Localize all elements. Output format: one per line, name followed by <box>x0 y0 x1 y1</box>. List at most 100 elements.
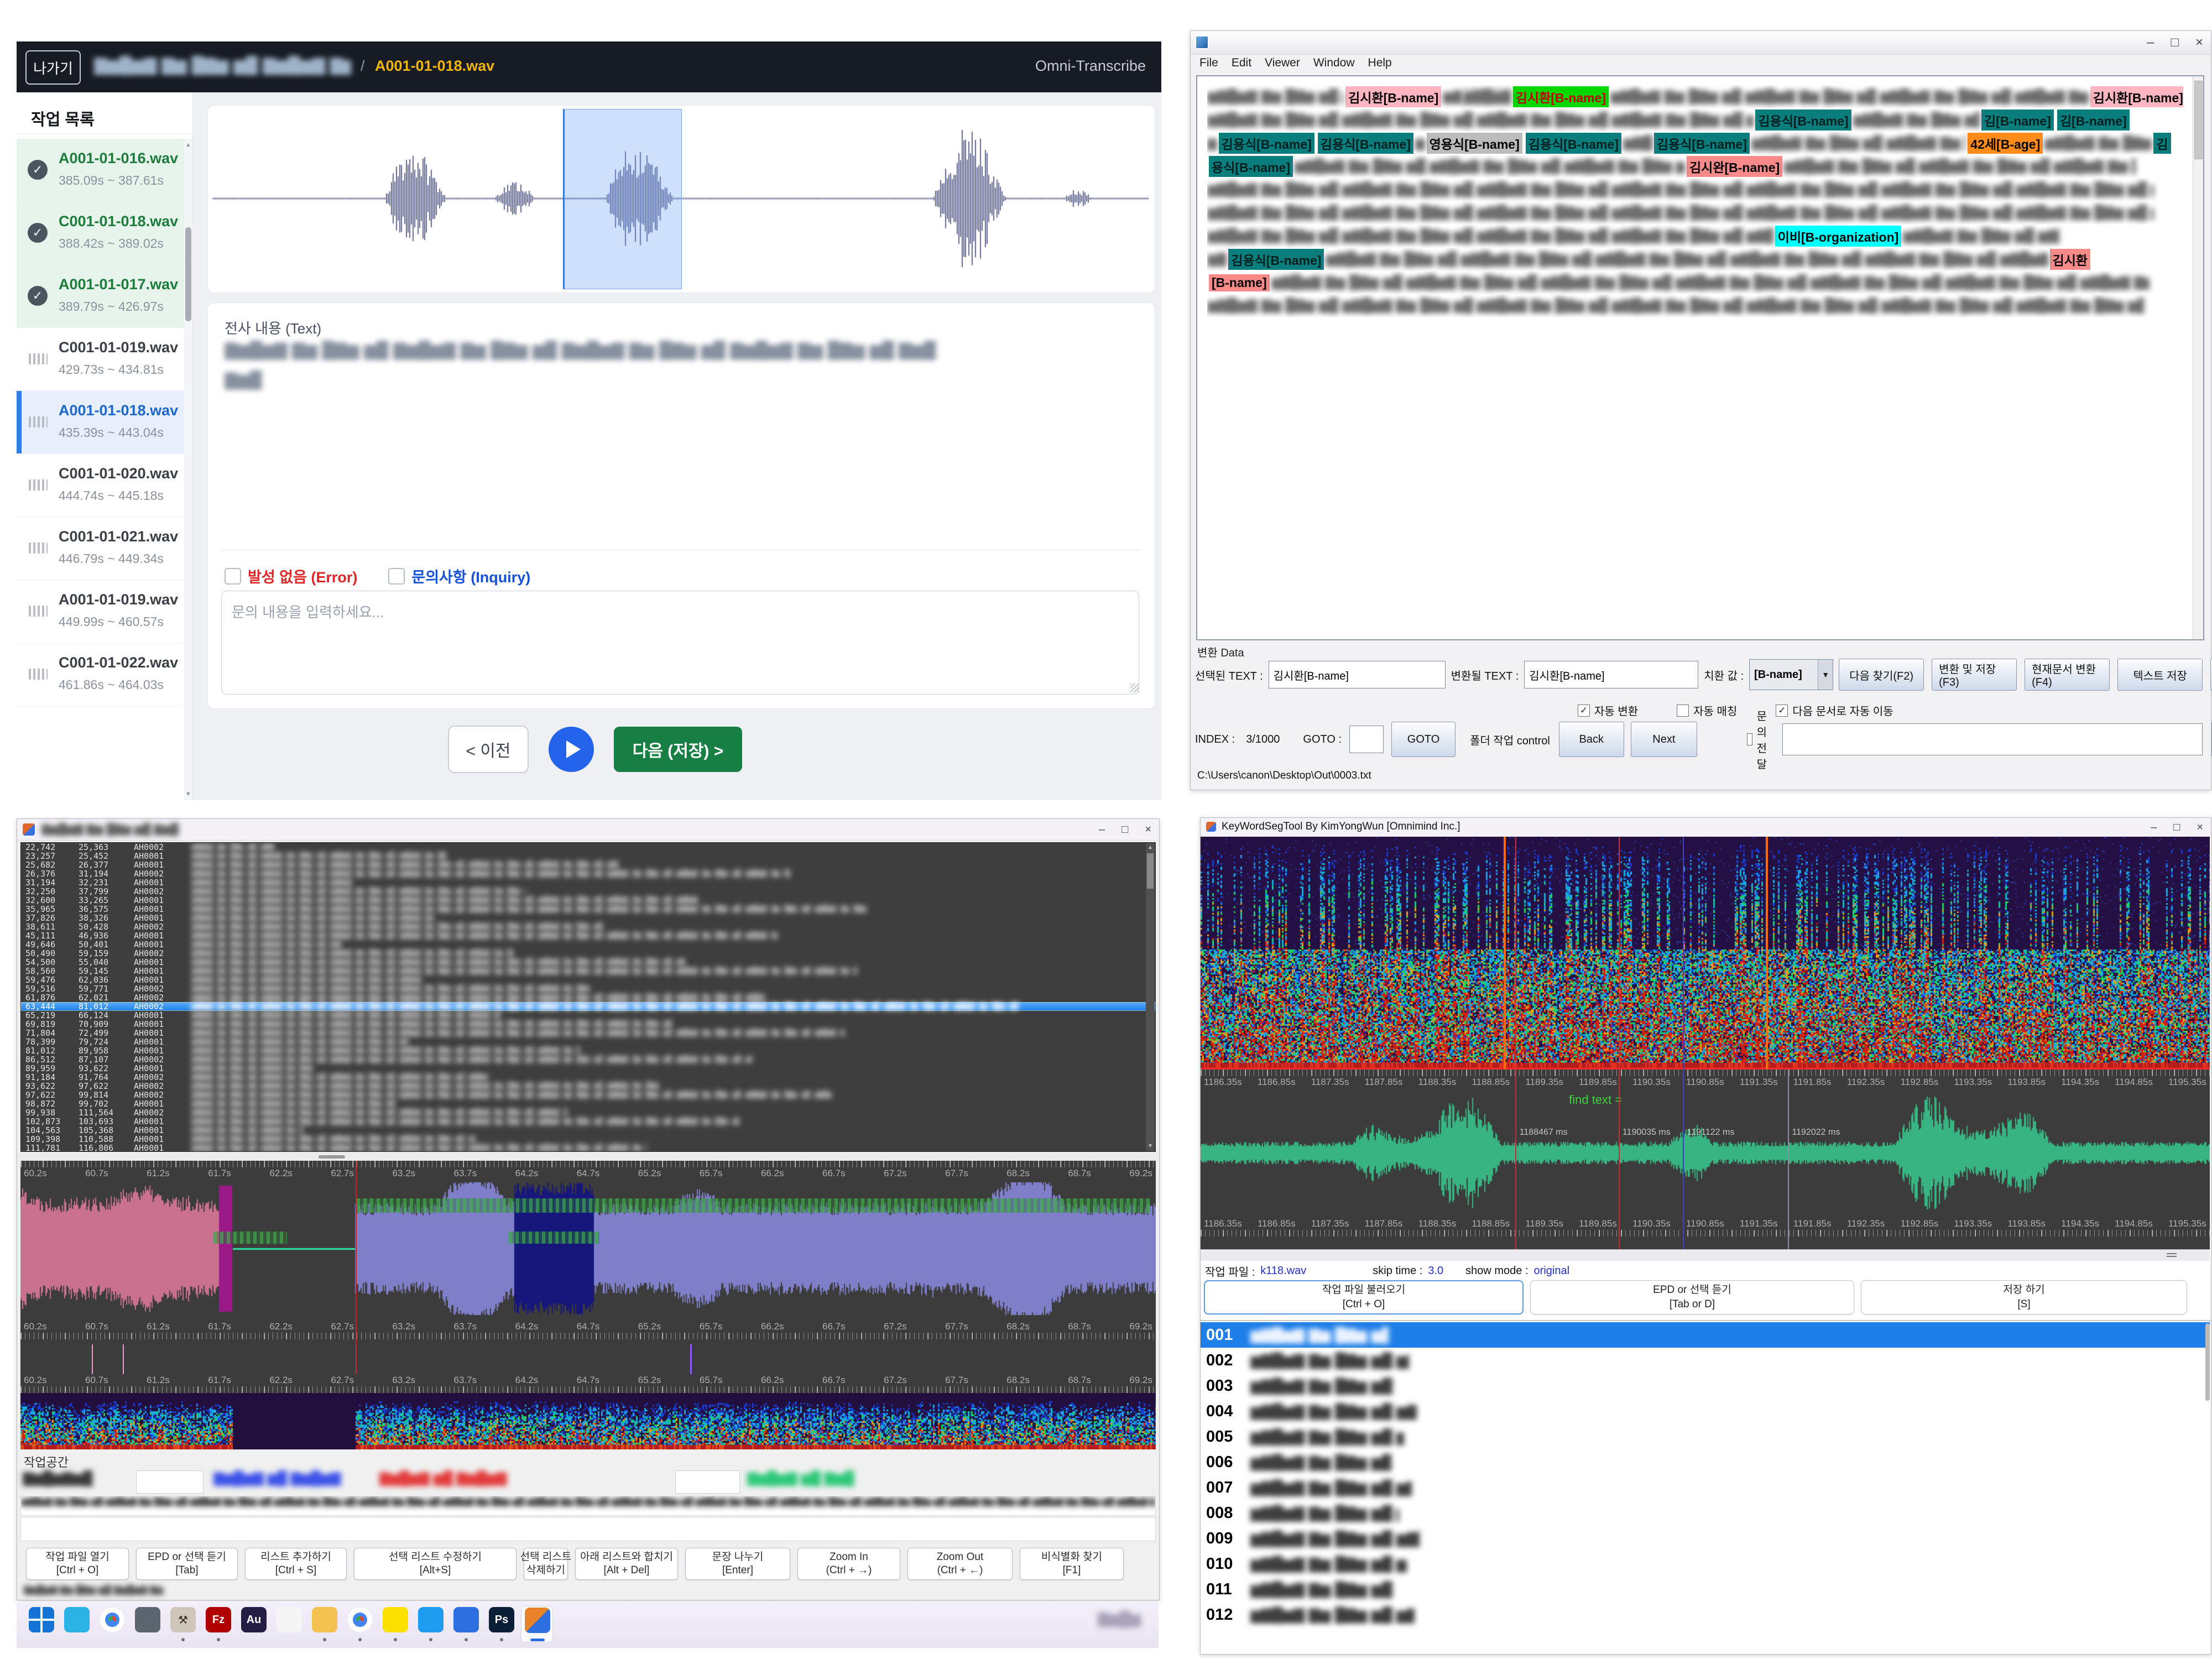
play-button[interactable] <box>549 727 594 772</box>
segment-row[interactable]: 59,47662,036AH0001▆▇█▆▇ ▇▆ █▇▆ ▆█ ▆▇█▆▇ … <box>21 975 1155 984</box>
file-explorer-icon[interactable] <box>309 1606 341 1642</box>
minimize-button[interactable]: – <box>2147 35 2154 50</box>
segment-row[interactable]: 86,51287,107AH0002▆▇█▆▇ ▇▆ █▇▆ ▆█ ▆▇█▆▇ … <box>21 1055 1155 1064</box>
segment-row[interactable]: 32,25037,799AH0002▆▇█▆▇ ▇▆ █▇▆ ▆█ ▆▇█▆▇ … <box>21 887 1155 896</box>
photoshop-icon[interactable]: Ps <box>486 1606 518 1642</box>
sidebar-item[interactable]: ✓A001-01-016.wav385.09s ~ 387.61s <box>17 139 184 202</box>
segment-row[interactable]: 37,82638,326AH0001▆▇█▆▇ ▇▆ █▇▆ ▆█ ▆▇█▆▇ … <box>21 914 1155 922</box>
segment-row[interactable]: 93,62297,622AH0002▆▇█▆▇ ▇▆ █▇▆ ▆█ ▆▇█▆▇ … <box>21 1082 1155 1091</box>
checkbox[interactable] <box>1677 705 1689 717</box>
active-seg-app-icon[interactable] <box>521 1606 553 1642</box>
keyword-row[interactable]: 006▆▇█▆▇ ▇▆ █▇▆ ▆█ ▆▇█▆▇ ▇▆ █▇▆ ▆█ ▆▇█▆▇… <box>1201 1449 2210 1475</box>
segment-row[interactable]: 91,18491,764AH0002▆▇█▆▇ ▇▆ █▇▆ ▆█ ▆▇█▆▇ … <box>21 1073 1155 1082</box>
minimize-button[interactable]: – <box>1099 823 1105 836</box>
menu-item-viewer[interactable]: Viewer <box>1259 55 1306 71</box>
title-bar[interactable]: ▇▆█▆▇ ▇▆ █▇▆ ▆█ ▇▆█ –□× <box>17 819 1159 841</box>
exit-button[interactable]: 나가기 <box>25 50 81 85</box>
panel-button-0[interactable]: 다음 찾기(F2) <box>1839 659 1924 691</box>
checkbox[interactable]: ✓ <box>1776 705 1788 717</box>
segment-row[interactable]: 23,25725,452AH0001▆▇█▆▇ ▇▆ █▇▆ ▆█ ▆▇█▆▇ … <box>21 852 1155 860</box>
tool-button-2[interactable]: 리스트 추가하기[Ctrl + S] <box>245 1548 347 1580</box>
list-scrollbar[interactable]: ▲ ▼ <box>1146 843 1155 1151</box>
selected-text-input[interactable] <box>1269 661 1446 688</box>
workspace-input[interactable] <box>675 1470 740 1494</box>
splitter[interactable] <box>17 1153 1159 1161</box>
error-checkbox[interactable] <box>225 568 241 585</box>
scrollbar-handle[interactable] <box>2167 1253 2177 1258</box>
segment-row[interactable]: 89,95993,622AH0001▆▇█▆▇ ▇▆ █▇▆ ▆█ ▆▇█▆▇ … <box>21 1064 1155 1073</box>
vscode-icon[interactable] <box>415 1606 447 1642</box>
segment-row[interactable]: 97,62299,814AH0002▆▇█▆▇ ▇▆ █▇▆ ▆█ ▆▇█▆▇ … <box>21 1091 1155 1099</box>
segment-row[interactable]: 35,96536,575AH0001▆▇█▆▇ ▇▆ █▇▆ ▆█ ▆▇█▆▇ … <box>21 905 1155 914</box>
segment-row[interactable]: 54,50055,040AH0001▆▇█▆▇ ▇▆ █▇▆ ▆█ ▆▇█▆▇ … <box>21 958 1155 967</box>
keyword-row[interactable]: 008▆▇█▆▇ ▇▆ █▇▆ ▆█ ▆▇█▆▇ ▇▆ █▇▆ ▆█ ▆▇█▆▇… <box>1201 1500 2210 1526</box>
keyword-row[interactable]: 003▆▇█▆▇ ▇▆ █▇▆ ▆█ ▆▇█▆▇ ▇▆ █▇▆ ▆█ ▆▇█▆▇… <box>1201 1373 2210 1399</box>
keyword-row[interactable]: 007▆▇█▆▇ ▇▆ █▇▆ ▆█ ▆▇█▆▇ ▇▆ █▇▆ ▆█ ▆▇█▆▇… <box>1201 1475 2210 1500</box>
waveform-selection[interactable] <box>563 109 682 289</box>
sidebar-item[interactable]: C001-01-019.wav429.73s ~ 434.81s <box>17 328 184 391</box>
segment-row[interactable]: 49,64650,401AH0001▆▇█▆▇ ▇▆ █▇▆ ▆█ ▆▇█▆▇ … <box>21 940 1155 949</box>
next-button[interactable]: Next <box>1631 722 1697 757</box>
resize-grip-icon[interactable] <box>1130 684 1139 692</box>
keyword-row[interactable]: 001▆▇█▆▇ ▇▆ █▇▆ ▆█ ▆▇█▆▇ ▇▆ █▇▆ ▆█ ▆▇█▆▇… <box>1201 1322 2210 1348</box>
minimize-button[interactable]: – <box>2151 821 2157 834</box>
goto-button[interactable]: GOTO <box>1391 722 1455 757</box>
list-scrollbar-thumb[interactable] <box>2205 1323 2210 1401</box>
sidebar-item[interactable]: C001-01-022.wav461.86s ~ 464.03s <box>17 643 184 706</box>
spectrogram-display[interactable] <box>1201 837 2210 1070</box>
maximize-button[interactable]: □ <box>2173 821 2180 834</box>
tool-button-1[interactable]: EPD or 선택 듣기[Tab] <box>136 1548 238 1580</box>
panel-button-2[interactable]: 현재문서 변환(F4) <box>2025 659 2110 691</box>
tool-button-8[interactable]: Zoom Out(Ctrl + ←) <box>907 1548 1013 1580</box>
segment-row[interactable]: 102,873103,693AH0001▆▇█▆▇ ▇▆ █▇▆ ▆█ ▆▇█▆… <box>21 1117 1155 1126</box>
tool-button-3[interactable]: 선택 리스트 수정하기[Alt+S] <box>354 1548 517 1580</box>
sidebar-scrollbar[interactable]: ▲ ▼ <box>184 139 192 800</box>
filezilla-icon[interactable]: Fz <box>202 1606 234 1642</box>
panel-button-3[interactable]: 텍스트 저장 <box>2117 659 2203 691</box>
scrollbar-thumb[interactable] <box>185 227 191 321</box>
menu-item-window[interactable]: Window <box>1308 55 1360 71</box>
segment-row[interactable]: 99,938111,564AH0002▆▇█▆▇ ▇▆ █▇▆ ▆█ ▆▇█▆▇… <box>21 1108 1155 1117</box>
utility-tool-icon[interactable]: ⚒ <box>167 1606 199 1642</box>
segment-list[interactable]: 22,74225,363AH0002▆▇█▆▇ ▇▆ █▇▆ ▆█ ▆▇█▆▇ … <box>20 842 1156 1152</box>
close-button[interactable]: × <box>2195 35 2203 50</box>
tool-button-6[interactable]: 문장 나누기[Enter] <box>685 1548 790 1580</box>
edge-browser-icon[interactable] <box>61 1606 93 1642</box>
tool-button-9[interactable]: 비식별화 찾기[F1] <box>1020 1548 1124 1580</box>
text-scrollbar[interactable] <box>2193 76 2203 639</box>
waveform-display[interactable] <box>1201 1088 2210 1218</box>
menu-item-edit[interactable]: Edit <box>1226 55 1257 71</box>
segment-row[interactable]: 26,37631,194AH0002▆▇█▆▇ ▇▆ █▇▆ ▆█ ▆▇█▆▇ … <box>21 869 1155 878</box>
segment-row[interactable]: 109,398110,588AH0001▆▇█▆▇ ▇▆ █▇▆ ▆█ ▆▇█▆… <box>21 1135 1155 1144</box>
replace-text-input[interactable] <box>1524 661 1698 688</box>
maximize-button[interactable]: □ <box>2171 35 2179 50</box>
tool-button-1[interactable]: EPD or 선택 듣기[Tab or D] <box>1530 1280 1854 1314</box>
splitter-handle[interactable] <box>319 1155 345 1159</box>
blue-app-icon[interactable] <box>450 1606 482 1642</box>
workspace-edit-box[interactable] <box>20 1517 1156 1541</box>
scrollbar-thumb[interactable] <box>2194 81 2203 159</box>
sidebar-item[interactable]: ✓A001-01-017.wav389.79s ~ 426.97s <box>17 265 184 328</box>
sidebar-item[interactable]: A001-01-018.wav435.39s ~ 443.04s <box>17 391 184 454</box>
inquiry-forward-checkbox[interactable] <box>1747 733 1752 745</box>
back-button[interactable]: Back <box>1559 722 1624 757</box>
keyword-row[interactable]: 010▆▇█▆▇ ▇▆ █▇▆ ▆█ ▆▇█▆▇ ▇▆ █▇▆ ▆█ ▆▇█▆▇… <box>1201 1551 2210 1577</box>
segment-row[interactable]: 59,51659,771AH0002▆▇█▆▇ ▇▆ █▇▆ ▆█ ▆▇█▆▇ … <box>21 984 1155 993</box>
title-bar[interactable]: – □ × <box>1191 31 2211 55</box>
keyword-row[interactable]: 009▆▇█▆▇ ▇▆ █▇▆ ▆█ ▆▇█▆▇ ▇▆ █▇▆ ▆█ ▆▇█▆▇… <box>1201 1526 2210 1551</box>
segment-row[interactable]: 31,19432,231AH0001▆▇█▆▇ ▇▆ █▇▆ ▆█ ▆▇█▆▇ … <box>21 878 1155 887</box>
tool-button-0[interactable]: 작업 파일 열기[Ctrl + O] <box>26 1548 129 1580</box>
keyword-row[interactable]: 011▆▇█▆▇ ▇▆ █▇▆ ▆█ ▆▇█▆▇ ▇▆ █▇▆ ▆█ ▆▇█▆▇… <box>1201 1577 2210 1602</box>
segment-row[interactable]: 61,87662,021AH0002▆▇█▆▇ ▇▆ █▇▆ ▆█ ▆▇█▆▇ … <box>21 993 1155 1002</box>
keyword-row[interactable]: 012▆▇█▆▇ ▇▆ █▇▆ ▆█ ▆▇█▆▇ ▇▆ █▇▆ ▆█ ▆▇█▆▇… <box>1201 1602 2210 1627</box>
previous-button[interactable]: < 이전 <box>448 726 529 773</box>
sidebar-item[interactable]: ✓C001-01-018.wav388.42s ~ 389.02s <box>17 202 184 265</box>
goto-input[interactable] <box>1349 726 1384 753</box>
segment-row[interactable]: 45,11146,936AH0001▆▇█▆▇ ▇▆ █▇▆ ▆█ ▆▇█▆▇ … <box>21 931 1155 940</box>
segment-row[interactable]: 111,781116,806AH0001▆▇█▆▇ ▇▆ █▇▆ ▆█ ▆▇█▆… <box>21 1144 1155 1152</box>
scrollbar-thumb[interactable] <box>1147 853 1154 889</box>
close-button[interactable]: × <box>1145 823 1151 836</box>
adobe-audition-icon[interactable]: Au <box>238 1606 270 1642</box>
workspace-input[interactable] <box>136 1470 204 1494</box>
keyword-row[interactable]: 005▆▇█▆▇ ▇▆ █▇▆ ▆█ ▆▇█▆▇ ▇▆ █▇▆ ▆█ ▆▇█▆▇… <box>1201 1424 2210 1449</box>
